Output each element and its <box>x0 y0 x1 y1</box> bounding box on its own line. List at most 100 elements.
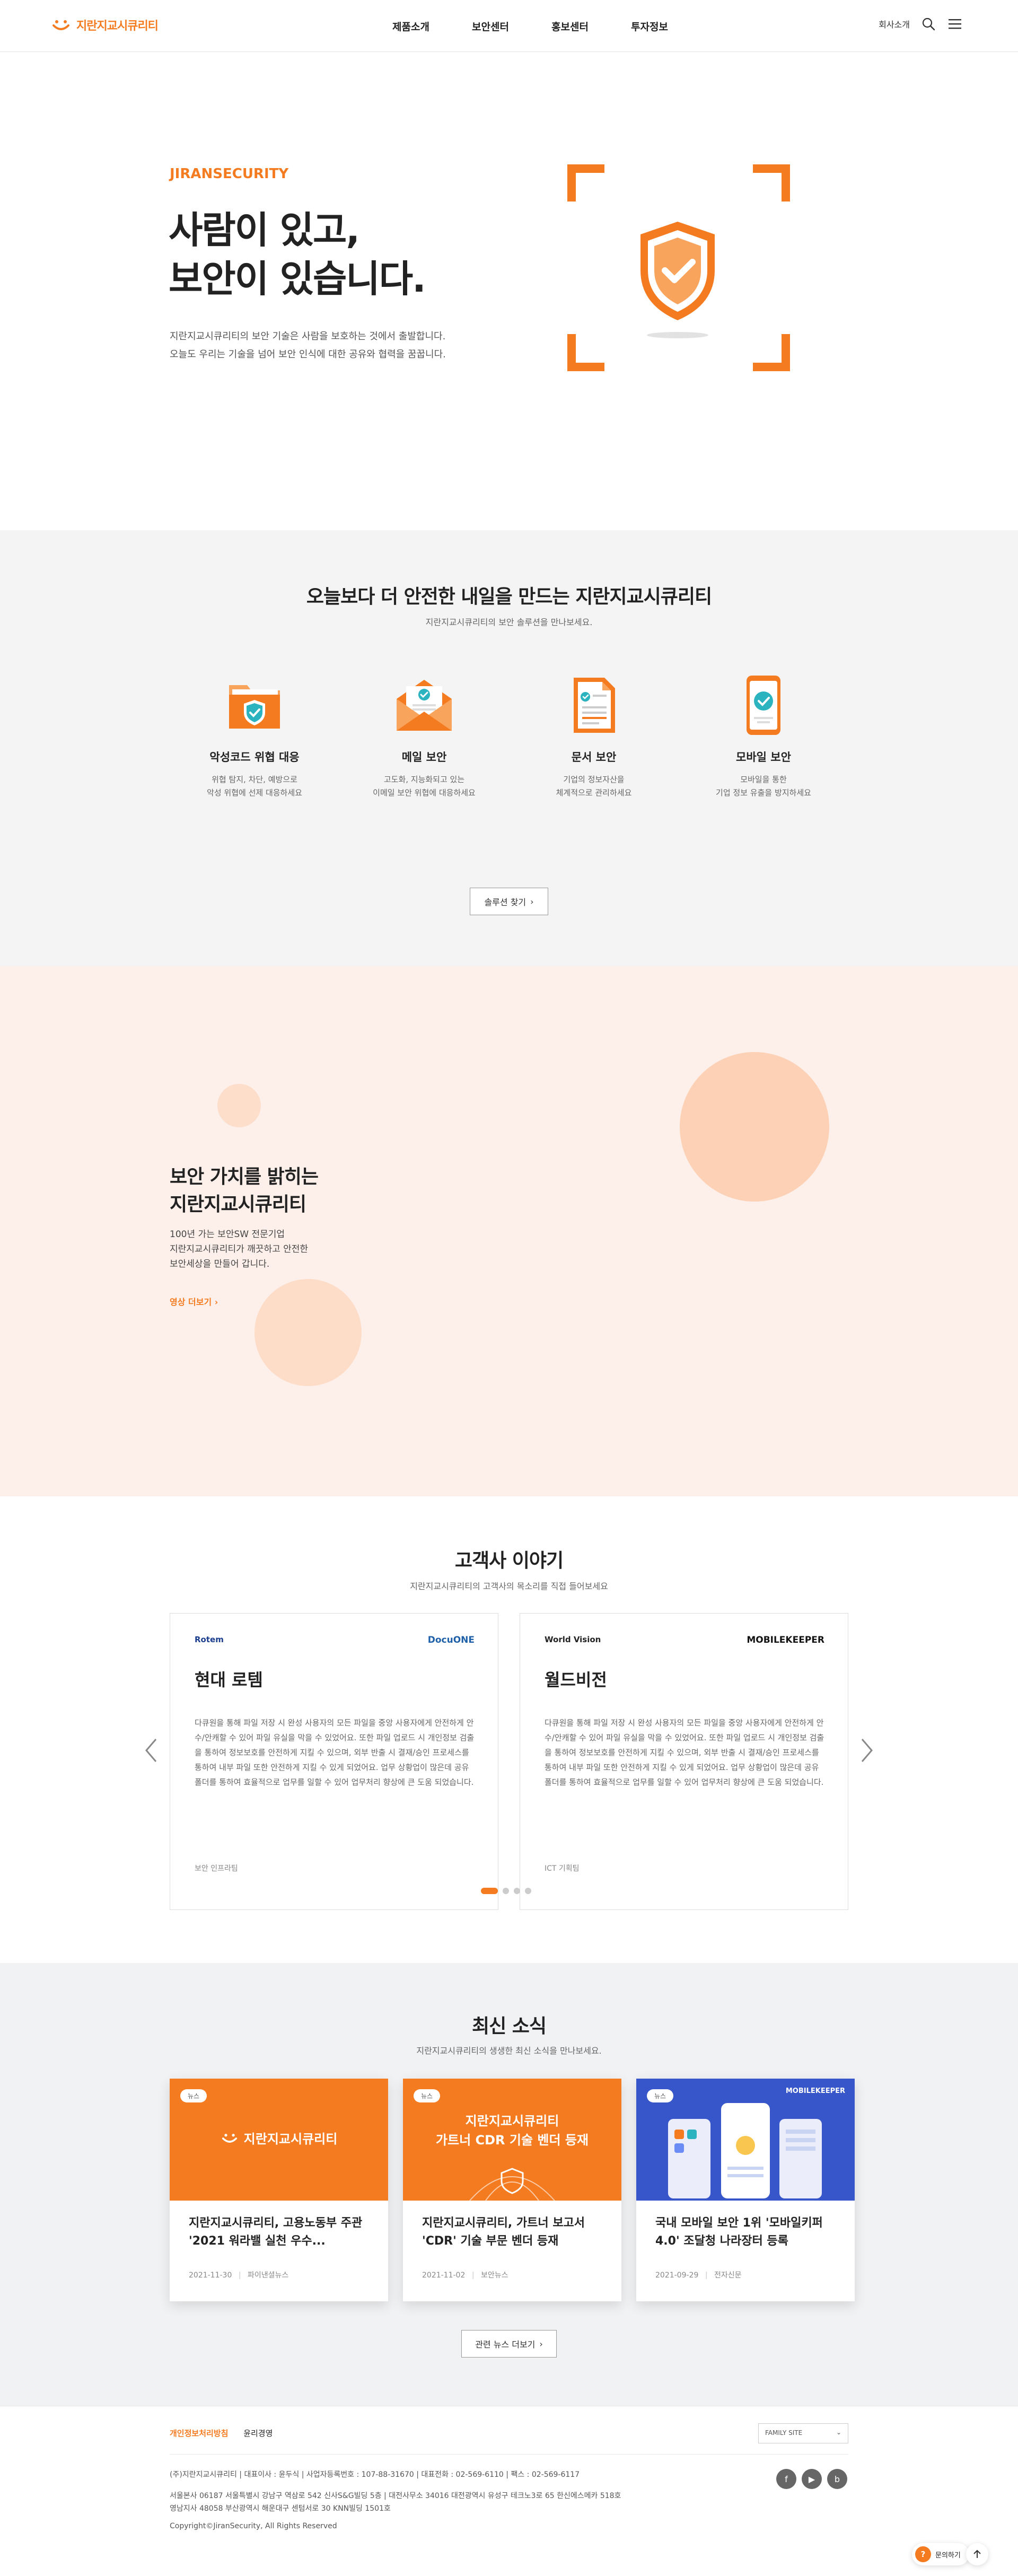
news-badge: 뉴스 <box>647 2089 674 2102</box>
hero-section: JIRANSECURITY 사람이 있고, 보안이 있습니다. 지란지교시큐리티… <box>0 52 1018 530</box>
news-date: 2021-11-30 <box>189 2271 232 2280</box>
news-thumbnail: 지란지교시큐리티 뉴스 <box>170 2079 388 2201</box>
pagination-dot[interactable] <box>503 1888 509 1894</box>
hero-title-line2: 보안이 있습니다. <box>169 257 426 301</box>
news-card[interactable]: 지란지교시큐리티 가트너 CDR 기술 벤더 등재 뉴스 지란지교시큐리티, 가… <box>403 2079 621 2301</box>
prev-arrow-icon[interactable] <box>143 1737 159 1764</box>
nav-item-investor[interactable]: 투자정보 <box>610 19 689 33</box>
story-logos: World Vision MOBILEKEEPER <box>545 1635 824 1653</box>
hero-description: 지란지교시큐리티의 보안 기술은 사람을 보호하는 것에서 출발합니다. 오늘도… <box>170 328 446 364</box>
next-arrow-icon[interactable] <box>859 1737 875 1764</box>
news-card-meta: 2021-11-02 | 보안뉴스 <box>422 2270 508 2280</box>
news-card-meta: 2021-11-30 | 파이낸셜뉴스 <box>189 2270 288 2280</box>
news-thumbnail: 지란지교시큐리티 가트너 CDR 기술 벤더 등재 뉴스 <box>403 2079 621 2201</box>
solutions-title: 오늘보다 더 안전한 내일을 만드는 지란지교시큐리티 <box>306 586 712 608</box>
page: 지란지교시큐리티 제품소개 보안센터 홍보센터 투자정보 회사소개 JIRANS… <box>0 0 1018 2576</box>
logo[interactable]: 지란지교시큐리티 <box>51 16 159 34</box>
logo-text: 지란지교시큐리티 <box>76 20 159 33</box>
solution-mail[interactable]: 메일 보안 고도화, 지능화되고 있는 이메일 보안 위협에 대응하세요 <box>350 673 498 800</box>
pagination-dot-active[interactable] <box>481 1888 498 1894</box>
mobile-check-icon <box>747 676 780 735</box>
address-line1: 서울본사 06187 서울특별시 강남구 역삼로 542 신사S&G빌딩 5층 … <box>170 2492 621 2500</box>
question-icon: ? <box>915 2546 931 2562</box>
hero-brand: JIRANSECURITY <box>170 166 289 182</box>
decor-circle <box>217 1084 261 1127</box>
more-news-button[interactable]: 관련 뉴스 더보기 › <box>461 2330 557 2358</box>
solution-desc: 모바일을 통한 기업 정보 유출을 방지하세요 <box>689 773 838 800</box>
chevron-right-icon: › <box>214 1297 218 1307</box>
solution-malware[interactable]: 악성코드 위협 대응 위협 탐지, 차단, 예방으로 악성 위협에 선제 대응하… <box>180 673 329 800</box>
family-site-select[interactable]: FAMILY SITE ⌄ <box>758 2423 848 2443</box>
story-logos: Rotem DocuONE <box>195 1635 475 1653</box>
hero-desc-line1: 지란지교시큐리티의 보안 기술은 사람을 보호하는 것에서 출발합니다. <box>170 331 446 342</box>
phones-illustration <box>668 2103 822 2198</box>
nav-item-security-center[interactable]: 보안센터 <box>451 19 530 33</box>
footer-links: 개인정보처리방침 윤리경영 <box>170 2428 285 2439</box>
news-card-title: 지란지교시큐리티, 고용노동부 주관 '2021 워라밸 실천 우수... <box>189 2216 363 2248</box>
value-description: 100년 가는 보안SW 전문기업 지란지교시큐리티가 깨끗하고 안전한 보안세… <box>170 1227 308 1272</box>
header-utilities: 회사소개 <box>879 16 963 32</box>
about-link[interactable]: 회사소개 <box>879 17 910 30</box>
more-news-label: 관련 뉴스 더보기 <box>475 2340 536 2350</box>
value-section: 보안 가치를 밝히는 지란지교시큐리티 100년 가는 보안SW 전문기업 지란… <box>0 966 1018 1496</box>
meta-divider: | <box>471 2271 475 2280</box>
news-title: 최신 소식 <box>471 2016 547 2037</box>
customer-logo: World Vision <box>545 1635 601 1644</box>
youtube-icon[interactable]: ▶ <box>802 2469 822 2489</box>
solution-mobile[interactable]: 모바일 보안 모바일을 통한 기업 정보 유출을 방지하세요 <box>689 673 838 800</box>
solution-name: 모바일 보안 <box>736 751 791 764</box>
smile-logo-icon <box>52 20 69 30</box>
search-button[interactable] <box>920 16 936 32</box>
carousel-pagination <box>481 1888 531 1894</box>
news-source: 전자신문 <box>714 2271 742 2280</box>
find-solution-label: 솔루션 찾기 <box>484 897 526 907</box>
story-title: 현대 로템 <box>195 1670 263 1690</box>
stories-subtitle: 지란지교시큐리티의 고객사의 목소리를 직접 들어보세요 <box>410 1581 608 1591</box>
inquiry-button[interactable]: ? 문의하기 <box>912 2543 969 2565</box>
story-card[interactable]: World Vision MOBILEKEEPER 월드비전 다큐원을 통해 파… <box>520 1613 848 1910</box>
find-solution-button[interactable]: 솔루션 찾기 › <box>470 888 548 915</box>
story-body: 다큐원을 통해 파일 저장 시 완성 사용자의 모든 파일을 중앙 사용자에게 … <box>545 1718 824 1787</box>
solution-desc-line2: 체계적으로 관리하세요 <box>556 788 632 798</box>
nav-item-pr-center[interactable]: 홍보센터 <box>530 19 610 33</box>
thumb-logo: 지란지교시큐리티 <box>170 2128 388 2147</box>
pagination-dot[interactable] <box>525 1888 531 1894</box>
news-card-title: 국내 모바일 보안 1위 '모바일키퍼 4.0' 조달청 나라장터 등록 <box>655 2216 823 2248</box>
solution-name: 문서 보안 <box>571 751 617 764</box>
value-desc-line3: 보안세상을 만들어 갑니다. <box>170 1259 270 1269</box>
solution-desc-line2: 기업 정보 유출을 방지하세요 <box>716 788 811 798</box>
value-title: 보안 가치를 밝히는 지란지교시큐리티 <box>170 1163 319 1219</box>
news-card[interactable]: MOBILEKEEPER 뉴스 국내 모바일 보안 1위 '모바일키퍼 4.0'… <box>636 2079 855 2301</box>
chevron-right-icon: › <box>530 896 534 907</box>
thumb-line2: 가트너 CDR 기술 벤더 등재 <box>435 2133 589 2148</box>
video-more-label: 영상 더보기 <box>170 1297 212 1307</box>
scroll-top-button[interactable] <box>966 2543 988 2565</box>
pagination-dot[interactable] <box>514 1888 520 1894</box>
footer-divider <box>170 2454 848 2455</box>
sns-links: f ▶ b <box>776 2469 847 2489</box>
shield-scan-illustration <box>567 164 790 371</box>
news-card[interactable]: 지란지교시큐리티 뉴스 지란지교시큐리티, 고용노동부 주관 '2021 워라밸… <box>170 2079 388 2301</box>
privacy-policy-link[interactable]: 개인정보처리방침 <box>170 2429 228 2438</box>
solution-document[interactable]: 문서 보안 기업의 정보자산을 체계적으로 관리하세요 <box>520 673 668 800</box>
menu-button[interactable] <box>947 16 963 32</box>
news-source: 파이낸셜뉴스 <box>248 2271 289 2280</box>
family-site-label: FAMILY SITE <box>765 2429 803 2437</box>
news-section: 최신 소식 지란지교시큐리티의 생생한 최신 소식을 만나보세요. 지란지교시큐… <box>0 1963 1018 2406</box>
folder-shield-icon <box>229 685 280 729</box>
thumb-headline: 지란지교시큐리티 가트너 CDR 기술 벤더 등재 <box>403 2111 621 2150</box>
video-more-link[interactable]: 영상 더보기 › <box>170 1295 218 1308</box>
story-card[interactable]: Rotem DocuONE 현대 로템 다큐원을 통해 파일 저장 시 완성 사… <box>170 1613 498 1910</box>
news-card-meta: 2021-09-29 | 전자신문 <box>655 2270 742 2280</box>
search-icon <box>922 17 935 31</box>
copyright: Copyright©JiranSecurity, All Rights Rese… <box>170 2522 337 2530</box>
solutions-subtitle: 지란지교시큐리티의 보안 솔루션을 만나보세요. <box>425 617 593 627</box>
facebook-icon[interactable]: f <box>776 2469 796 2489</box>
value-desc-line2: 지란지교시큐리티가 깨끗하고 안전한 <box>170 1244 309 1255</box>
stories-title: 고객사 이야기 <box>454 1550 564 1572</box>
decor-circle <box>254 1279 362 1386</box>
blog-icon[interactable]: b <box>827 2469 847 2489</box>
nav-item-products[interactable]: 제품소개 <box>371 19 451 33</box>
ethics-link[interactable]: 윤리경영 <box>243 2429 273 2438</box>
smile-logo-icon <box>222 2133 237 2143</box>
